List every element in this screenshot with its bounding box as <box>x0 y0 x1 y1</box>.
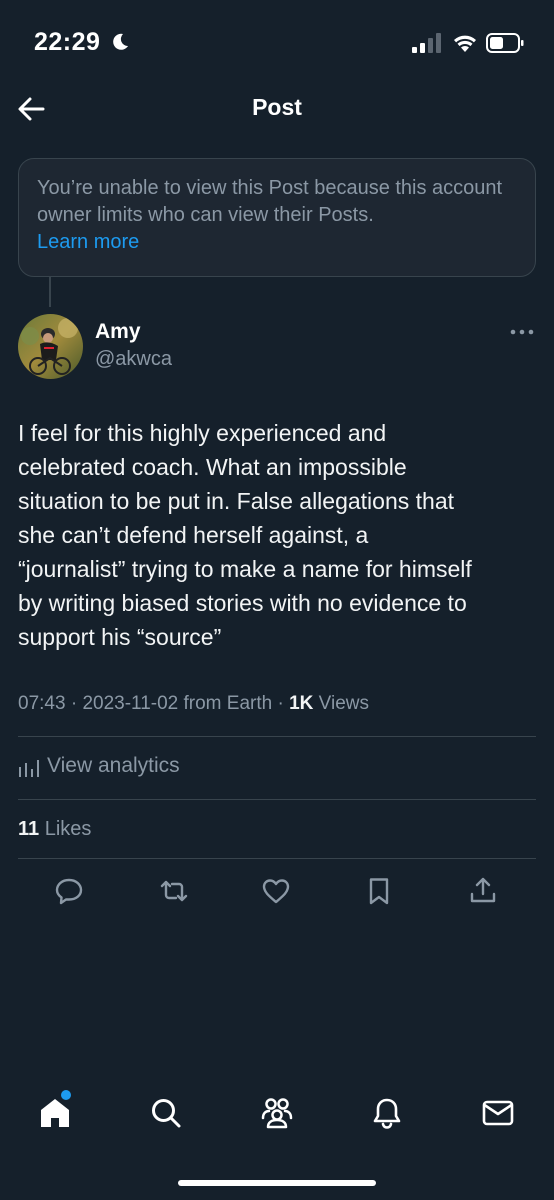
like-icon[interactable] <box>261 876 291 906</box>
share-icon[interactable] <box>468 876 498 906</box>
notifications-icon[interactable] <box>370 1096 404 1130</box>
views-label: Views <box>318 693 370 714</box>
home-notification-dot <box>61 1090 71 1100</box>
author-handle[interactable]: @akwca <box>95 348 172 371</box>
thread-line <box>49 277 51 307</box>
author-name[interactable]: Amy <box>95 320 141 344</box>
wifi-icon <box>454 35 476 52</box>
post-time: 07:43 <box>18 693 66 714</box>
views-count: 1K <box>289 693 314 714</box>
learn-more-link[interactable]: Learn more <box>37 229 517 256</box>
page-title: Post <box>252 94 302 120</box>
post-text: I feel for this highly experienced and c… <box>18 420 472 650</box>
post-meta: 07:43 · 2023-11-02 from Earth · 1K Views <box>18 693 369 715</box>
divider <box>18 736 536 737</box>
avatar[interactable] <box>18 314 83 379</box>
messages-icon[interactable] <box>481 1096 515 1130</box>
likes-count: 11 <box>18 818 40 840</box>
likes-summary[interactable]: 11 Likes <box>18 818 91 841</box>
post-source: from Earth <box>183 693 273 714</box>
notice-text: You’re unable to view this Post because … <box>37 177 503 226</box>
meta-separator: · <box>70 693 83 714</box>
likes-label: Likes <box>44 818 92 840</box>
signal-icon <box>412 33 441 53</box>
post-date: 2023-11-02 <box>82 693 179 714</box>
status-bar: 22:29 <box>0 0 554 80</box>
screen: 22:29 Post You’re unable to view this Po… <box>0 0 554 1200</box>
bottom-tab-bar <box>0 1080 554 1150</box>
status-time: 22:29 <box>34 28 101 56</box>
header: Post <box>0 80 554 136</box>
more-options-icon[interactable] <box>510 328 534 336</box>
action-bar <box>0 872 554 912</box>
analytics-icon <box>19 760 39 777</box>
moon-icon <box>113 33 128 50</box>
divider <box>18 858 536 859</box>
reply-icon[interactable] <box>54 876 84 906</box>
restricted-post-notice: You’re unable to view this Post because … <box>18 158 536 277</box>
communities-icon[interactable] <box>260 1096 294 1130</box>
view-analytics-label: View analytics <box>47 754 180 777</box>
repost-icon[interactable] <box>159 876 189 906</box>
battery-icon <box>486 33 524 53</box>
bookmark-icon[interactable] <box>364 876 394 906</box>
home-indicator <box>178 1180 376 1186</box>
meta-separator: · <box>277 693 290 714</box>
home-icon[interactable] <box>38 1096 72 1130</box>
search-icon[interactable] <box>149 1096 183 1130</box>
divider <box>18 799 536 800</box>
